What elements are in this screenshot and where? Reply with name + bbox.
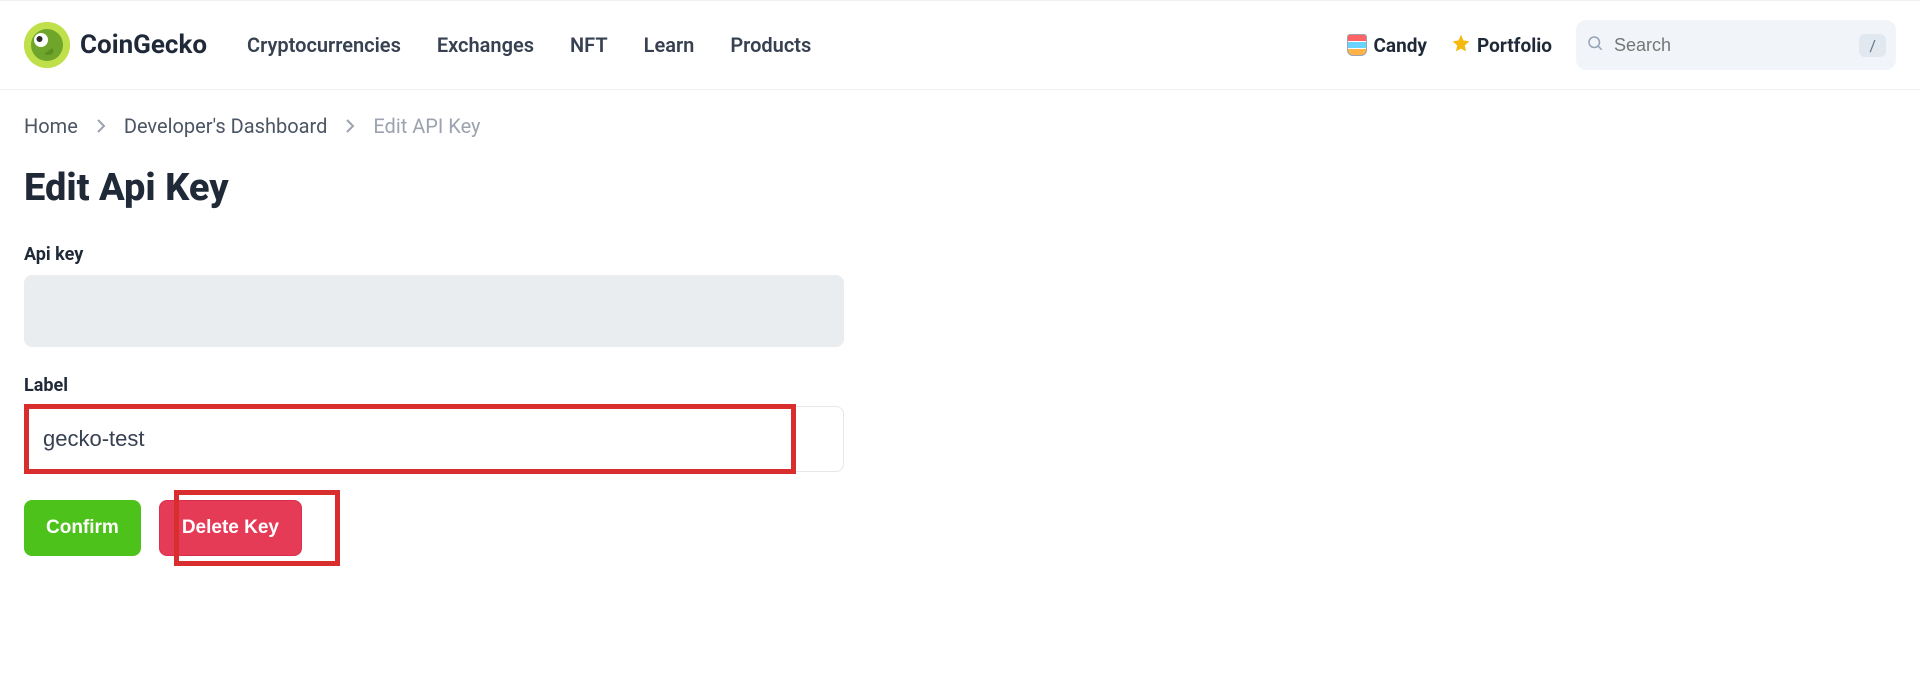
star-icon [1451, 33, 1471, 58]
nav-nft[interactable]: NFT [570, 33, 608, 57]
candy-label: Candy [1373, 34, 1427, 57]
candy-jar-icon [1347, 34, 1367, 56]
search-icon [1586, 34, 1604, 56]
portfolio-label: Portfolio [1477, 34, 1552, 57]
nav-cryptocurrencies[interactable]: Cryptocurrencies [247, 33, 401, 57]
confirm-button[interactable]: Confirm [24, 500, 141, 556]
page-content: Home Developer's Dashboard Edit API Key … [0, 90, 1920, 580]
search-box[interactable]: / [1576, 20, 1896, 70]
chevron-right-icon [345, 114, 355, 138]
delete-key-button[interactable]: Delete Key [159, 500, 302, 556]
nav-exchanges[interactable]: Exchanges [437, 33, 534, 57]
label-input[interactable] [24, 406, 844, 472]
chevron-right-icon [96, 114, 106, 138]
portfolio-link[interactable]: Portfolio [1451, 33, 1552, 58]
nav-learn[interactable]: Learn [644, 33, 695, 57]
primary-nav: Cryptocurrencies Exchanges NFT Learn Pro… [247, 33, 811, 57]
crumb-current: Edit API Key [373, 114, 480, 138]
crumb-dev-dashboard[interactable]: Developer's Dashboard [124, 114, 328, 138]
api-key-input [24, 275, 844, 347]
search-kbd-hint: / [1859, 34, 1886, 57]
brand-name: CoinGecko [80, 30, 207, 60]
nav-products[interactable]: Products [730, 33, 811, 57]
candy-link[interactable]: Candy [1347, 34, 1427, 57]
label-field-label: Label [24, 375, 844, 396]
nav-right: Candy Portfolio / [1347, 20, 1896, 70]
breadcrumb: Home Developer's Dashboard Edit API Key [24, 114, 1896, 138]
top-nav: CoinGecko Cryptocurrencies Exchanges NFT… [0, 0, 1920, 90]
search-input[interactable] [1614, 35, 1849, 56]
page-title: Edit Api Key [24, 166, 1896, 210]
edit-api-key-form: Api key Label Confirm Delete Key [24, 244, 844, 556]
coingecko-logo-icon [24, 22, 70, 68]
crumb-home[interactable]: Home [24, 114, 78, 138]
api-key-field-label: Api key [24, 244, 844, 265]
brand-link[interactable]: CoinGecko [24, 22, 207, 68]
